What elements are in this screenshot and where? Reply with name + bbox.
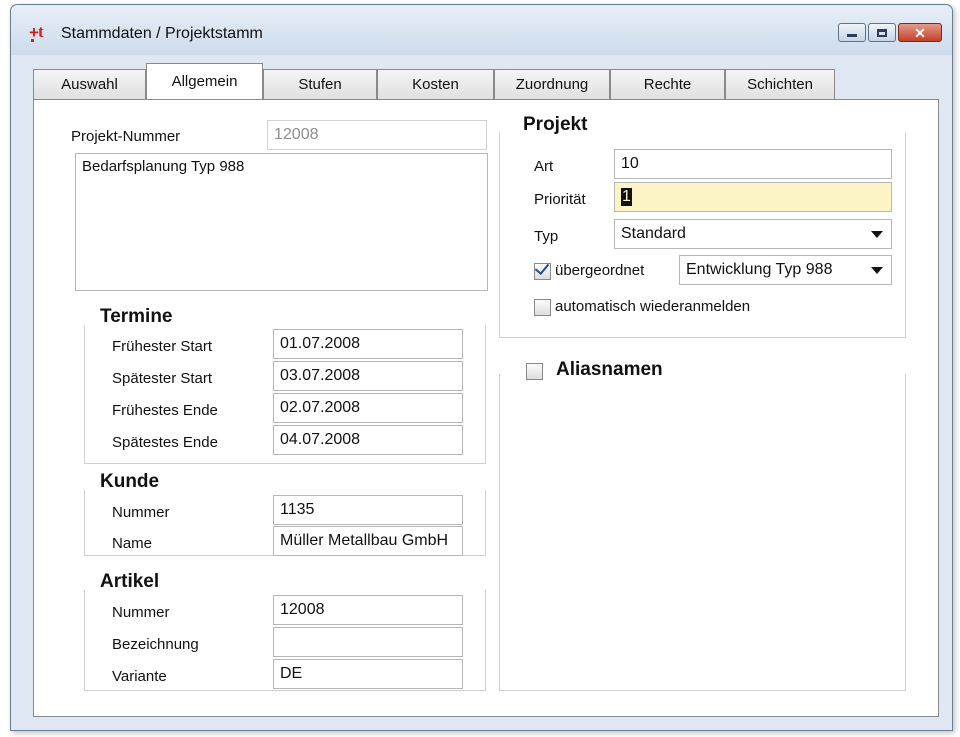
termine-group-title: Termine <box>100 306 173 327</box>
artikel-variante-field[interactable]: DE <box>273 659 463 689</box>
kunde-name-label: Name <box>112 535 153 552</box>
tab-content-allgemein: Projekt-Nummer 12008 Bedarfsplanung Typ … <box>33 99 939 717</box>
prioritaet-label: Priorität <box>534 191 586 208</box>
fruehestes-ende-label: Frühestes Ende <box>112 402 218 419</box>
aliasnamen-header: Aliasnamen <box>524 355 714 385</box>
kunde-name-field[interactable]: Müller Metallbau GmbH <box>273 526 463 556</box>
aliasnamen-checkbox[interactable] <box>526 363 543 380</box>
app-logo-icon: + t <box>29 22 44 42</box>
checkmark-icon <box>534 259 550 276</box>
tab-stufen[interactable]: Stufen <box>263 69 377 99</box>
fruehestes-ende-field[interactable]: 02.07.2008 <box>273 393 463 423</box>
tab-rechte[interactable]: Rechte <box>610 69 725 99</box>
kunde-nummer-field[interactable]: 1135 <box>273 495 463 525</box>
tab-kosten[interactable]: Kosten <box>377 69 494 99</box>
projekt-nummer-label: Projekt-Nummer <box>71 128 181 145</box>
spaetester-start-label: Spätester Start <box>112 370 213 387</box>
close-icon: ✕ <box>914 24 926 41</box>
main-window: + t Stammdaten / Projektstamm ✕ Auswahl A… <box>10 4 953 731</box>
spaetestes-ende-label: Spätestes Ende <box>112 434 218 451</box>
uebergeordnet-checkbox[interactable] <box>534 259 551 280</box>
typ-dropdown[interactable]: Standard <box>614 219 892 249</box>
aliasnamen-group-border <box>499 374 906 691</box>
minimize-button[interactable] <box>838 23 866 42</box>
artikel-bezeichnung-field[interactable] <box>273 627 463 657</box>
typ-label: Typ <box>534 228 559 245</box>
art-field[interactable]: 10 <box>614 149 892 179</box>
artikel-bezeichnung-label: Bezeichnung <box>112 636 199 653</box>
uebergeordnet-dropdown[interactable]: Entwicklung Typ 988 <box>679 255 892 285</box>
spaetester-start-field[interactable]: 03.07.2008 <box>273 361 463 391</box>
artikel-nummer-field[interactable]: 12008 <box>273 595 463 625</box>
auto-wiederanmelden-label: automatisch wiederanmelden <box>555 298 751 315</box>
close-button[interactable]: ✕ <box>898 23 942 42</box>
typ-value: Standard <box>621 225 686 242</box>
artikel-group-title: Artikel <box>100 571 160 592</box>
chevron-down-icon <box>871 231 883 238</box>
kunde-group-title: Kunde <box>100 471 160 492</box>
maximize-icon <box>877 28 887 37</box>
spaetestes-ende-field[interactable]: 04.07.2008 <box>273 425 463 455</box>
description-textarea[interactable]: Bedarfsplanung Typ 988 <box>75 153 488 291</box>
fruehester-start-field[interactable]: 01.07.2008 <box>273 329 463 359</box>
tab-schichten[interactable]: Schichten <box>725 69 835 99</box>
window-title: Stammdaten / Projektstamm <box>61 25 263 42</box>
kunde-nummer-label: Nummer <box>112 504 170 521</box>
chevron-down-icon <box>871 267 883 274</box>
projekt-group-title: Projekt <box>523 114 588 135</box>
auto-wiederanmelden-checkbox[interactable] <box>534 299 551 316</box>
title-bar[interactable]: + t Stammdaten / Projektstamm ✕ <box>11 5 952 55</box>
minimize-icon <box>847 34 857 37</box>
projekt-nummer-field: 12008 <box>267 120 487 150</box>
tab-auswahl[interactable]: Auswahl <box>33 69 146 99</box>
tab-allgemein[interactable]: Allgemein <box>146 63 263 99</box>
art-label: Art <box>534 158 554 175</box>
uebergeordnet-label: übergeordnet <box>555 262 645 279</box>
prioritaet-field[interactable]: 1 <box>614 182 892 212</box>
maximize-button[interactable] <box>868 23 896 42</box>
artikel-variante-label: Variante <box>112 668 167 685</box>
uebergeordnet-value: Entwicklung Typ 988 <box>686 261 833 278</box>
aliasnamen-group-title: Aliasnamen <box>556 359 663 380</box>
artikel-nummer-label: Nummer <box>112 604 170 621</box>
tab-zuordnung[interactable]: Zuordnung <box>494 69 610 99</box>
prioritaet-value: 1 <box>621 188 632 206</box>
fruehester-start-label: Frühester Start <box>112 338 213 355</box>
